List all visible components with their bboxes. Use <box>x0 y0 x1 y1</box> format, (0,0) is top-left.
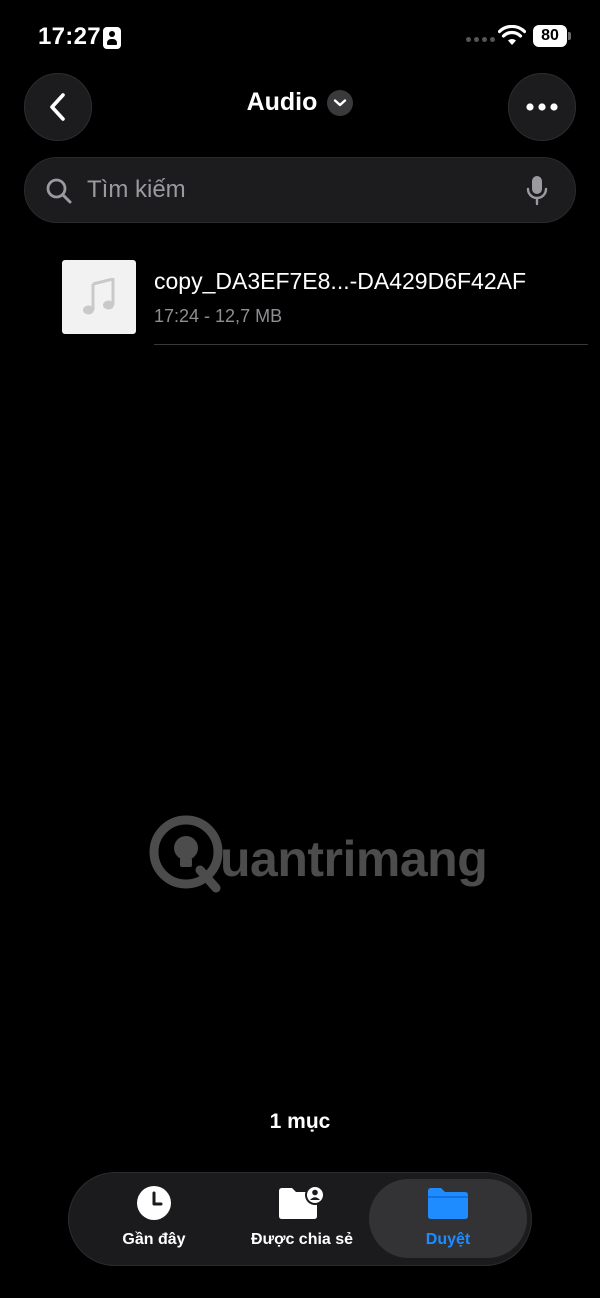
status-time: 17:27 <box>38 23 101 50</box>
tab-label: Duyệt <box>425 1231 471 1248</box>
battery-tip <box>568 32 571 40</box>
file-thumbnail <box>62 260 136 334</box>
tab-label: Được chia sẻ <box>250 1231 354 1248</box>
tab-browse[interactable]: Duyệt <box>369 1179 527 1258</box>
list-item[interactable]: copy_DA3EF7E8...-DA429D6F42AF 17:24 - 12… <box>0 240 600 346</box>
microphone-icon[interactable] <box>525 174 549 208</box>
tab-bar: Gần đây Được chia sẻ Duyệt <box>68 1172 532 1266</box>
clock-icon <box>137 1186 171 1220</box>
wifi-icon <box>498 25 526 45</box>
search-input[interactable] <box>87 158 507 221</box>
file-meta: 17:24 - 12,7 MB <box>154 306 283 326</box>
watermark-logo: uantrimang <box>148 814 508 894</box>
music-note-icon <box>83 278 115 315</box>
search-icon <box>46 178 72 204</box>
page-title: Audio <box>246 88 318 116</box>
contact-card-icon <box>103 27 121 49</box>
file-name: copy_DA3EF7E8...-DA429D6F42AF <box>154 268 527 294</box>
search-bar[interactable] <box>24 157 576 223</box>
shared-folder-icon <box>279 1185 325 1219</box>
tab-shared[interactable]: Được chia sẻ <box>227 1173 377 1264</box>
watermark-text: uantrimang <box>220 831 488 887</box>
lightbulb-logo-icon <box>149 815 223 893</box>
item-count: 1 mục <box>269 1110 331 1133</box>
tab-recent[interactable]: Gần đây <box>79 1173 229 1264</box>
status-bar: 17:27 80 <box>0 0 600 76</box>
tab-label: Gần đây <box>122 1231 186 1248</box>
cellular-signal-icon <box>466 37 495 42</box>
ellipsis-icon <box>526 103 558 111</box>
chevron-down-icon[interactable] <box>327 89 354 116</box>
folder-icon <box>428 1188 468 1219</box>
more-options-button[interactable] <box>508 73 576 141</box>
divider <box>154 344 588 345</box>
battery-indicator: 80 <box>533 25 567 47</box>
